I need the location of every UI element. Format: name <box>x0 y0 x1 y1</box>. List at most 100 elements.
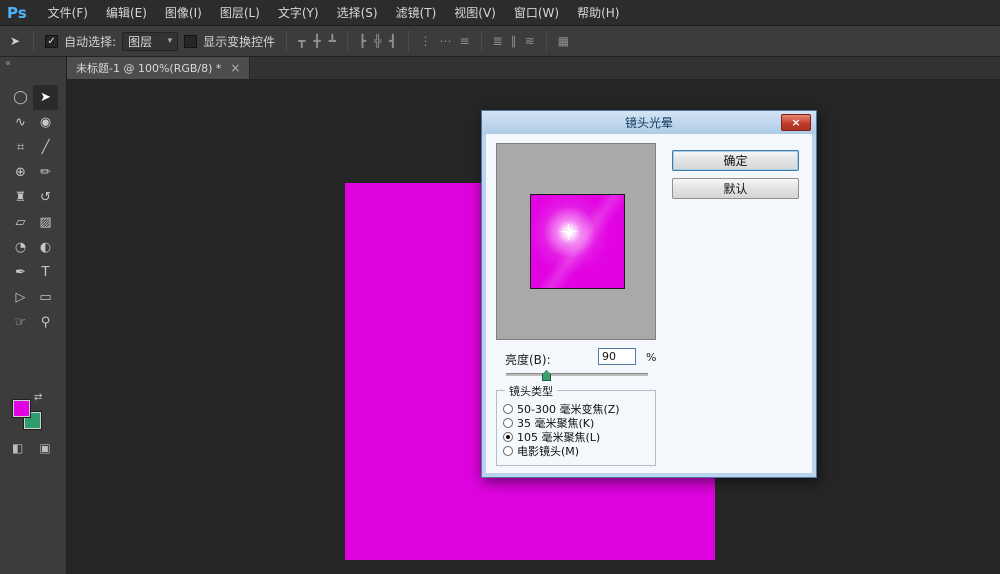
tool-path-selection[interactable]: ▷ <box>8 285 33 310</box>
tool-zoom[interactable]: ⚲ <box>33 310 58 335</box>
ok-button[interactable]: 确定 <box>672 150 799 171</box>
align-vcenter-icon[interactable]: ╋ <box>313 34 320 48</box>
tool-pen[interactable]: ✒ <box>8 260 33 285</box>
auto-align-group: ▦ <box>558 34 569 48</box>
lens-option-50-300-zoom[interactable]: 50-300 毫米变焦(Z) <box>503 402 620 415</box>
screen-mode-icon[interactable]: ▣ <box>39 441 50 455</box>
tool-eyedropper[interactable]: ╱ <box>33 135 58 160</box>
tool-gradient[interactable]: ▨ <box>33 210 58 235</box>
distribute-top-icon[interactable]: ⋮ <box>420 34 432 48</box>
distribute-hcenter-icon[interactable]: ∥ <box>511 34 517 48</box>
brightness-slider[interactable] <box>506 373 648 376</box>
check-icon: ✓ <box>47 36 55 47</box>
tools-grid: ◯ ➤ ∿ ◉ ⌗ ╱ ⊕ ✏ ♜ ↺ ▱ ▨ ◔ ◐ ✒ T ▷ ▭ ☞ ⚲ <box>8 85 58 335</box>
quick-mask-icon[interactable]: ◧ <box>12 441 23 455</box>
auto-select-label: 自动选择: <box>64 33 116 50</box>
tools-panel-header: « <box>0 57 66 73</box>
tool-spot-healing[interactable]: ⊕ <box>8 160 33 185</box>
tool-crop[interactable]: ⌗ <box>8 135 33 160</box>
tool-move[interactable]: ➤ <box>33 85 58 110</box>
divider <box>481 30 482 52</box>
photoshop-window: Ps 文件(F) 编辑(E) 图像(I) 图层(L) 文字(Y) 选择(S) 滤… <box>0 0 1000 574</box>
divider <box>33 30 34 52</box>
menu-select[interactable]: 选择(S) <box>328 0 387 26</box>
radio-icon[interactable] <box>503 404 513 414</box>
brightness-unit: % <box>646 351 656 364</box>
flare-preview-panel <box>496 143 656 340</box>
dialog-close-button[interactable]: × <box>781 114 811 131</box>
divider <box>408 30 409 52</box>
tool-brush[interactable]: ✏ <box>33 160 58 185</box>
menu-filter[interactable]: 滤镜(T) <box>387 0 446 26</box>
align-hcenter-icon[interactable]: ╬ <box>374 34 381 48</box>
tool-dodge[interactable]: ◐ <box>33 235 58 260</box>
menu-image[interactable]: 图像(I) <box>156 0 211 26</box>
menu-type[interactable]: 文字(Y) <box>269 0 328 26</box>
distribute-right-icon[interactable]: ≋ <box>525 34 535 48</box>
tools-footer: ◧ ▣ <box>12 441 51 455</box>
divider <box>347 30 348 52</box>
document-tab-title: 未标题-1 @ 100%(RGB/8) * <box>76 60 221 76</box>
lens-option-35mm-prime[interactable]: 35 毫米聚焦(K) <box>503 416 594 429</box>
close-icon: × <box>791 116 800 129</box>
chevron-down-icon: ▾ <box>168 36 173 46</box>
align-group-horizontal: ┣ ╬ ┫ <box>359 34 397 48</box>
tab-close-icon[interactable]: × <box>230 61 240 75</box>
menu-bar: Ps 文件(F) 编辑(E) 图像(I) 图层(L) 文字(Y) 选择(S) 滤… <box>0 0 1000 26</box>
lens-option-105mm-prime[interactable]: 105 毫米聚焦(L) <box>503 430 600 443</box>
default-button[interactable]: 默认 <box>672 178 799 199</box>
menu-file[interactable]: 文件(F) <box>39 0 97 26</box>
flare-preview-image[interactable] <box>530 194 625 289</box>
brightness-input[interactable] <box>598 348 636 365</box>
brightness-slider-thumb[interactable] <box>542 370 551 381</box>
tool-blur[interactable]: ◔ <box>8 235 33 260</box>
brightness-label: 亮度(B): <box>505 351 551 368</box>
photoshop-logo: Ps <box>7 4 27 22</box>
tool-type[interactable]: T <box>33 260 58 285</box>
radio-icon[interactable] <box>503 446 513 456</box>
radio-icon[interactable] <box>503 432 513 442</box>
menu-layer[interactable]: 图层(L) <box>211 0 269 26</box>
menu-edit[interactable]: 编辑(E) <box>97 0 156 26</box>
divider <box>546 30 547 52</box>
tools-panel: « ◯ ➤ ∿ ◉ ⌗ ╱ ⊕ ✏ ♜ ↺ ▱ ▨ ◔ ◐ ✒ T ▷ ▭ ☞ … <box>0 57 67 574</box>
show-transform-label: 显示变换控件 <box>203 33 275 50</box>
lens-option-movie-prime[interactable]: 电影镜头(M) <box>503 444 579 457</box>
swap-colors-icon[interactable]: ⇄ <box>34 392 42 403</box>
document-tab-bar: 未标题-1 @ 100%(RGB/8) * × <box>67 57 1000 80</box>
menu-window[interactable]: 窗口(W) <box>505 0 568 26</box>
tool-clone-stamp[interactable]: ♜ <box>8 185 33 210</box>
distribute-group-vertical: ⋮ ⋯ ≡ <box>420 34 470 48</box>
color-swatches: ⇄ <box>13 395 49 433</box>
show-transform-checkbox[interactable] <box>184 35 197 48</box>
align-bottom-icon[interactable]: ┻ <box>329 34 336 48</box>
options-bar: ➤ ✓ 自动选择: 图层 ▾ 显示变换控件 ┳ ╋ ┻ ┣ ╬ ┫ ⋮ ⋯ ≡ … <box>0 26 1000 57</box>
tool-shape[interactable]: ▭ <box>33 285 58 310</box>
radio-icon[interactable] <box>503 418 513 428</box>
align-top-icon[interactable]: ┳ <box>298 34 305 48</box>
tool-quick-selection[interactable]: ◉ <box>33 110 58 135</box>
collapse-panel-icon[interactable]: « <box>5 58 11 69</box>
dropdown-value: 图层 <box>128 33 152 50</box>
divider <box>286 30 287 52</box>
tool-eraser[interactable]: ▱ <box>8 210 33 235</box>
align-right-icon[interactable]: ┫ <box>389 34 396 48</box>
foreground-color-swatch[interactable] <box>13 400 30 417</box>
lens-option-label: 电影镜头(M) <box>517 443 579 459</box>
tool-lasso[interactable]: ∿ <box>8 110 33 135</box>
align-group-vertical: ┳ ╋ ┻ <box>298 34 336 48</box>
dialog-titlebar[interactable]: 镜头光晕 × <box>482 111 816 134</box>
tool-hand[interactable]: ☞ <box>8 310 33 335</box>
auto-select-checkbox[interactable]: ✓ <box>45 35 58 48</box>
align-left-icon[interactable]: ┣ <box>359 34 366 48</box>
menu-help[interactable]: 帮助(H) <box>568 0 628 26</box>
distribute-bottom-icon[interactable]: ≡ <box>460 34 470 48</box>
tool-elliptical-marquee[interactable]: ◯ <box>8 85 33 110</box>
auto-select-target-dropdown[interactable]: 图层 ▾ <box>122 32 178 51</box>
tool-history-brush[interactable]: ↺ <box>33 185 58 210</box>
auto-align-layers-icon[interactable]: ▦ <box>558 34 569 48</box>
document-tab[interactable]: 未标题-1 @ 100%(RGB/8) * × <box>67 57 250 79</box>
distribute-vcenter-icon[interactable]: ⋯ <box>440 34 452 48</box>
distribute-left-icon[interactable]: ≣ <box>493 34 503 48</box>
menu-view[interactable]: 视图(V) <box>445 0 505 26</box>
